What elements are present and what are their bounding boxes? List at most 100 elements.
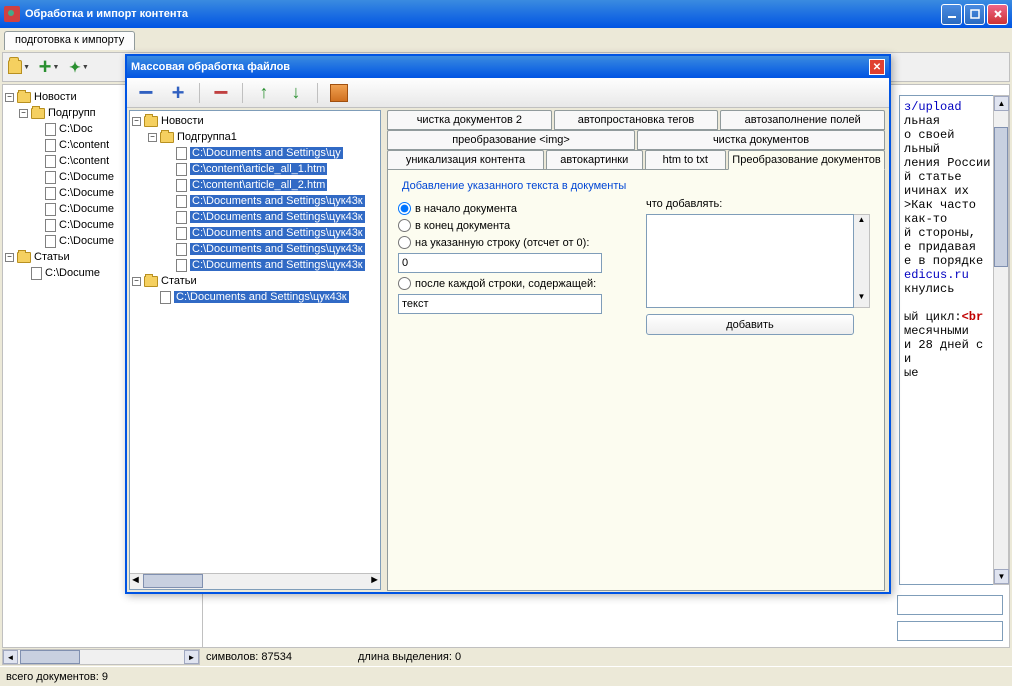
remove-button[interactable]: − — [208, 81, 234, 105]
file-icon — [176, 179, 187, 192]
scroll-up-icon[interactable]: ▲ — [854, 215, 869, 230]
separator — [199, 83, 200, 103]
collapse-icon[interactable]: − — [5, 93, 14, 102]
radio-label[interactable]: после каждой строки, содержащей: — [415, 278, 596, 290]
collapse-all-button[interactable]: − — [133, 81, 159, 105]
plus-icon: + — [39, 56, 52, 78]
tree-node: −Подгруппа1 — [132, 129, 378, 145]
contains-text-input[interactable] — [398, 294, 602, 314]
tree-node: −Статьи — [132, 273, 378, 289]
line-number-input[interactable] — [398, 253, 602, 273]
folder-icon — [17, 92, 31, 103]
scroll-down-icon[interactable]: ▼ — [854, 292, 869, 307]
tab-clean-docs-2[interactable]: чистка документов 2 — [387, 110, 552, 130]
file-icon — [45, 203, 56, 216]
tab-unique-content[interactable]: уникализация контента — [387, 150, 544, 170]
tree-file: C:\Documents and Settings\цук43к — [132, 193, 378, 209]
collapse-icon[interactable]: − — [148, 133, 157, 142]
content-textarea[interactable] — [646, 214, 854, 308]
file-icon — [45, 219, 56, 232]
main-titlebar: Обработка и импорт контента — [0, 0, 1012, 28]
collapse-icon[interactable]: − — [132, 117, 141, 126]
add-button[interactable]: добавить — [646, 314, 854, 335]
tree-file: C:\Documents and Settings\цук43к — [132, 209, 378, 225]
tree-file: C:\Documents and Settings\цу — [132, 145, 378, 161]
radio-after-input[interactable] — [398, 277, 411, 290]
tab-auto-images[interactable]: автокартинки — [546, 150, 643, 170]
scroll-down-icon[interactable]: ▼ — [994, 569, 1009, 584]
file-icon — [176, 195, 187, 208]
scrollbar-thumb[interactable] — [143, 574, 203, 588]
dialog-close-button[interactable]: ✕ — [869, 59, 885, 75]
window-title: Обработка и импорт контента — [25, 8, 941, 20]
preview-scrollbar[interactable]: ▲ ▼ — [993, 95, 1009, 585]
hscroll-area: ◄ ► символов: 87534 длина выделения: 0 — [2, 648, 1010, 666]
main-tabstrip: подготовка к импорту — [0, 28, 1012, 50]
tab-auto-tags[interactable]: автопростановка тегов — [554, 110, 719, 130]
file-icon — [45, 139, 56, 152]
scroll-up-icon[interactable]: ▲ — [994, 96, 1009, 111]
scroll-left-icon[interactable]: ◄ — [130, 574, 141, 589]
expand-all-button[interactable]: + — [165, 81, 191, 105]
tab-content: Добавление указанного текста в документы… — [387, 169, 885, 591]
dialog-file-tree[interactable]: −Новости −Подгруппа1 C:\Documents and Se… — [129, 110, 381, 590]
folder-icon — [144, 276, 158, 287]
scroll-right-icon[interactable]: ► — [184, 650, 199, 664]
minimize-button[interactable] — [941, 4, 962, 25]
add-split-button[interactable]: ✦▼ — [67, 55, 91, 79]
radio-label[interactable]: в конец документа — [415, 220, 510, 232]
scrollbar-thumb[interactable] — [20, 650, 80, 664]
input-field-1[interactable] — [897, 595, 1003, 615]
remove-icon: − — [213, 85, 228, 101]
tab-img-transform[interactable]: преобразование <img> — [387, 130, 635, 150]
folder-open-icon — [8, 60, 22, 74]
maximize-button[interactable] — [964, 4, 985, 25]
radio-label[interactable]: в начало документа — [415, 203, 517, 215]
dialog-titlebar[interactable]: Массовая обработка файлов ✕ — [127, 56, 889, 78]
collapse-icon[interactable]: − — [5, 253, 14, 262]
file-icon — [160, 291, 171, 304]
chevron-down-icon: ▼ — [23, 64, 30, 71]
tab-clean-docs[interactable]: чистка документов — [637, 130, 885, 150]
plus-icon: + — [172, 82, 185, 104]
file-icon — [176, 147, 187, 160]
tab-preparation[interactable]: подготовка к импорту — [4, 31, 135, 50]
move-up-button[interactable]: ↑ — [251, 81, 277, 105]
radio-start-doc: в начало документа — [398, 202, 626, 215]
stop-button[interactable] — [326, 81, 352, 105]
move-down-button[interactable]: ↓ — [283, 81, 309, 105]
tab-auto-fill[interactable]: автозаполнение полей — [720, 110, 885, 130]
file-icon — [176, 163, 187, 176]
scroll-left-icon[interactable]: ◄ — [3, 650, 18, 664]
radio-end-input[interactable] — [398, 219, 411, 232]
tab-row-3: уникализация контента автокартинки htm t… — [387, 150, 885, 170]
open-folder-button[interactable]: ▼ — [7, 55, 31, 79]
collapse-icon[interactable]: − — [19, 109, 28, 118]
dialog-tree-hscroll[interactable]: ◄ ► — [130, 573, 380, 589]
radio-label[interactable]: на указанную строку (отсчет от 0): — [415, 237, 589, 249]
radio-line-input[interactable] — [398, 236, 411, 249]
tab-htm-to-txt[interactable]: htm to txt — [645, 150, 726, 170]
close-button[interactable] — [987, 4, 1008, 25]
file-icon — [45, 155, 56, 168]
chevron-down-icon: ▼ — [52, 64, 59, 71]
radio-at-line: на указанную строку (отсчет от 0): — [398, 236, 626, 249]
tree-file: C:\Documents and Settings\цук43к — [132, 241, 378, 257]
add-button[interactable]: +▼ — [37, 55, 61, 79]
folder-icon — [31, 108, 45, 119]
file-icon — [45, 171, 56, 184]
radio-after-line: после каждой строки, содержащей: — [398, 277, 626, 290]
arrow-down-icon: ↓ — [292, 82, 301, 103]
file-icon — [176, 211, 187, 224]
textarea-scrollbar[interactable]: ▲ ▼ — [854, 214, 870, 308]
folder-icon — [144, 116, 158, 127]
collapse-icon[interactable]: − — [132, 277, 141, 286]
scroll-right-icon[interactable]: ► — [369, 574, 380, 589]
scrollbar-thumb[interactable] — [994, 127, 1008, 267]
radio-start-input[interactable] — [398, 202, 411, 215]
hscroll-left[interactable]: ◄ ► — [2, 649, 200, 665]
tab-doc-transform[interactable]: Преобразование документов — [728, 150, 885, 170]
folder-icon — [17, 252, 31, 263]
minus-icon: − — [138, 85, 153, 101]
input-field-2[interactable] — [897, 621, 1003, 641]
